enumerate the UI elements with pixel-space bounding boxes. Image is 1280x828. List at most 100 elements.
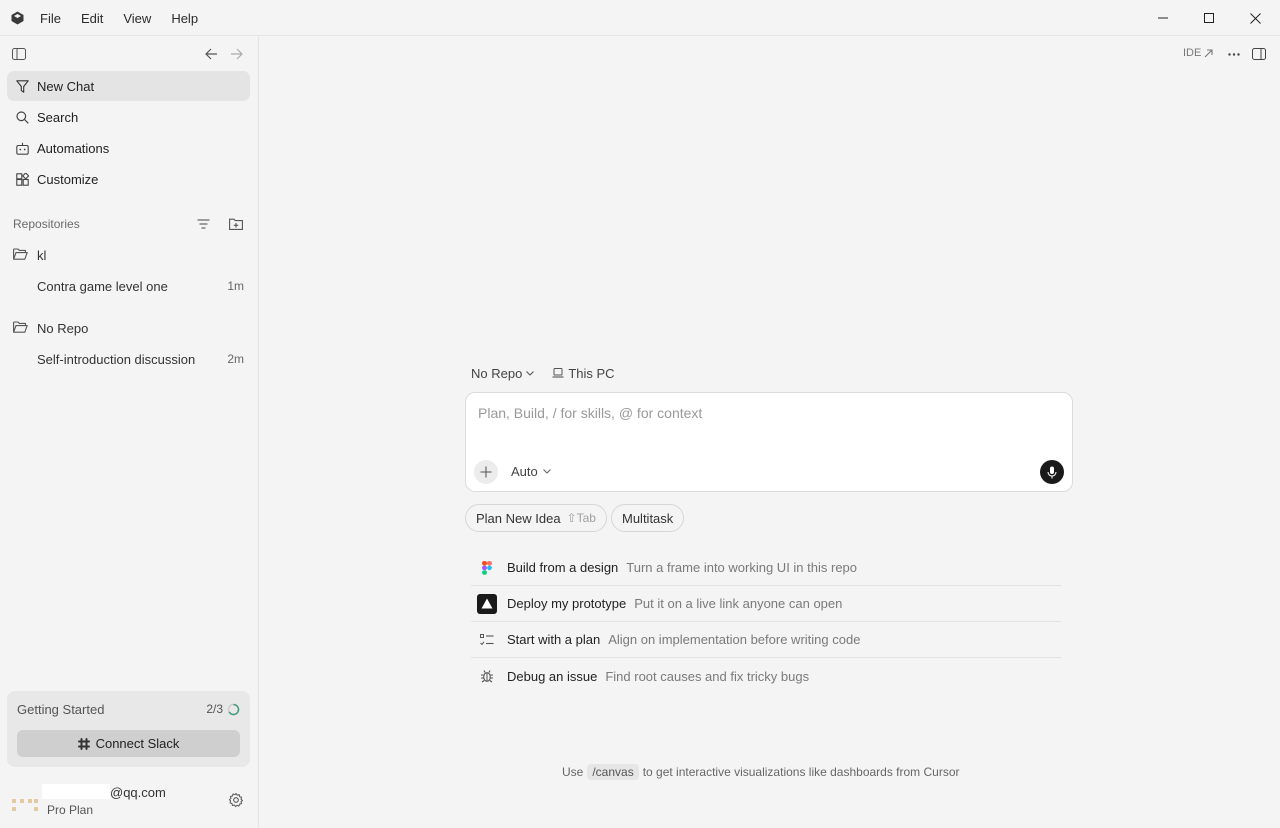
maximize-icon [1204, 13, 1214, 23]
close-button[interactable] [1232, 0, 1278, 36]
automations-icon [15, 141, 29, 155]
new-folder-icon [229, 218, 243, 230]
account-plan: Pro Plan [47, 803, 94, 817]
repo-name: kl [37, 247, 47, 263]
minimize-icon [1158, 17, 1168, 19]
suggestion-title: Start with a plan [507, 632, 601, 647]
sidebar: New Chat Search Automations Customize Re… [0, 37, 259, 828]
model-mode-selector[interactable]: Auto [511, 464, 551, 479]
external-arrow-icon [1204, 48, 1213, 57]
minimize-button[interactable] [1140, 0, 1186, 36]
suggestion-desc: Put it on a live link anyone can open [634, 596, 843, 611]
plan-list-icon [477, 630, 497, 650]
ide-link-label: IDE [1183, 47, 1202, 59]
chat-title: Self-introduction discussion [37, 351, 196, 367]
more-options-button[interactable] [1225, 45, 1243, 63]
location-label: This PC [568, 365, 615, 381]
laptop-icon [552, 368, 564, 378]
repo-selector[interactable]: No Repo [471, 366, 538, 381]
figma-icon [477, 558, 497, 578]
title-bar: File Edit View Help [0, 0, 1280, 36]
chat-time: 2m [227, 352, 244, 366]
getting-started-progress: 2/3 [206, 702, 240, 716]
mode-label: Auto [511, 464, 538, 479]
toggle-sidebar-button[interactable] [8, 43, 30, 65]
filter-repos-button[interactable] [192, 213, 214, 235]
vercel-icon [477, 593, 497, 614]
add-attachment-button[interactable] [474, 460, 498, 484]
arrow-left-icon [204, 48, 217, 60]
connect-slack-button[interactable]: Connect Slack [17, 730, 240, 757]
ellipsis-icon [1228, 52, 1240, 56]
avatar [12, 795, 38, 813]
slack-icon [77, 737, 90, 750]
repo-name: No Repo [37, 320, 89, 336]
chat-item[interactable]: Self-introduction discussion 2m [37, 349, 244, 369]
progress-count: 2/3 [206, 702, 223, 716]
new-chat-icon [15, 79, 29, 93]
prompt-input[interactable] [478, 405, 1058, 421]
voice-input-button[interactable] [1040, 460, 1064, 484]
microphone-icon [1047, 466, 1057, 478]
plan-new-idea-chip[interactable]: Plan New Idea ⇧Tab [465, 504, 607, 532]
plus-icon [480, 466, 492, 478]
nav-new-chat-label: New Chat [37, 78, 95, 94]
bug-icon [477, 666, 497, 686]
chat-item[interactable]: Contra game level one 1m [37, 276, 244, 296]
getting-started-title: Getting Started [17, 702, 105, 717]
menu-file[interactable]: File [30, 11, 71, 26]
maximize-button[interactable] [1186, 0, 1232, 36]
tip-suffix: to get interactive visualizations like d… [642, 765, 960, 779]
canvas-tip: Use /canvas to get interactive visualiza… [562, 764, 960, 780]
repo-folder-kl[interactable]: kl [13, 245, 46, 265]
multitask-chip[interactable]: Multitask [611, 504, 685, 532]
repo-selector-label: No Repo [471, 365, 523, 381]
nav-search[interactable]: Search [7, 102, 250, 132]
menu-bar: File Edit View Help [30, 0, 208, 36]
sidebar-toggle-icon [12, 48, 26, 60]
progress-ring-icon [227, 703, 240, 715]
chevron-down-icon [542, 469, 551, 474]
menu-edit[interactable]: Edit [71, 11, 113, 26]
right-panel-icon [1252, 48, 1266, 60]
context-bar: No Repo This PC [471, 364, 615, 382]
chat-title: Contra game level one [37, 278, 168, 294]
location-selector[interactable]: This PC [548, 365, 615, 381]
open-ide-link[interactable]: IDE [1183, 47, 1213, 59]
nav-automations-label: Automations [37, 140, 110, 156]
getting-started-card: Getting Started 2/3 Connect Slack [7, 691, 250, 767]
arrow-right-icon [230, 48, 243, 60]
new-folder-button[interactable] [225, 213, 247, 235]
chip-label: Multitask [622, 510, 674, 526]
nav-customize[interactable]: Customize [7, 164, 250, 194]
chat-time: 1m [227, 279, 244, 293]
redacted-username [42, 784, 110, 799]
main-area: IDE No Repo This PC Auto Plan New I [259, 37, 1280, 828]
repositories-title: Repositories [13, 217, 80, 231]
folder-open-icon [13, 321, 29, 335]
settings-gear-icon[interactable] [228, 792, 244, 808]
repo-folder-no-repo[interactable]: No Repo [13, 318, 88, 338]
suggestion-title: Debug an issue [507, 668, 598, 684]
suggestion-start-with-plan[interactable]: Start with a plan Align on implementatio… [471, 622, 1061, 658]
chip-label: Plan New Idea [476, 510, 561, 526]
back-button[interactable] [200, 43, 222, 65]
suggestion-deploy-prototype[interactable]: Deploy my prototype Put it on a live lin… [471, 586, 1061, 622]
connect-slack-label: Connect Slack [95, 736, 180, 751]
chip-shortcut-hint: ⇧Tab [566, 511, 596, 525]
nav-new-chat[interactable]: New Chat [7, 71, 250, 101]
chevron-down-icon [526, 370, 535, 376]
menu-help[interactable]: Help [161, 11, 208, 26]
suggestion-build-from-design[interactable]: Build from a design Turn a frame into wo… [471, 550, 1061, 586]
forward-button[interactable] [225, 43, 247, 65]
nav-automations[interactable]: Automations [7, 133, 250, 163]
suggestion-title: Build from a design [507, 560, 619, 575]
suggestion-debug-issue[interactable]: Debug an issue Find root causes and fix … [471, 658, 1061, 694]
close-icon [1249, 12, 1261, 24]
suggestion-desc: Turn a frame into working UI in this rep… [626, 560, 858, 575]
suggestion-title: Deploy my prototype [507, 596, 627, 611]
menu-view[interactable]: View [113, 11, 161, 26]
folder-open-icon [13, 248, 29, 262]
toggle-right-panel-button[interactable] [1250, 45, 1268, 63]
account-section[interactable]: @qq.com Pro Plan [0, 777, 259, 827]
